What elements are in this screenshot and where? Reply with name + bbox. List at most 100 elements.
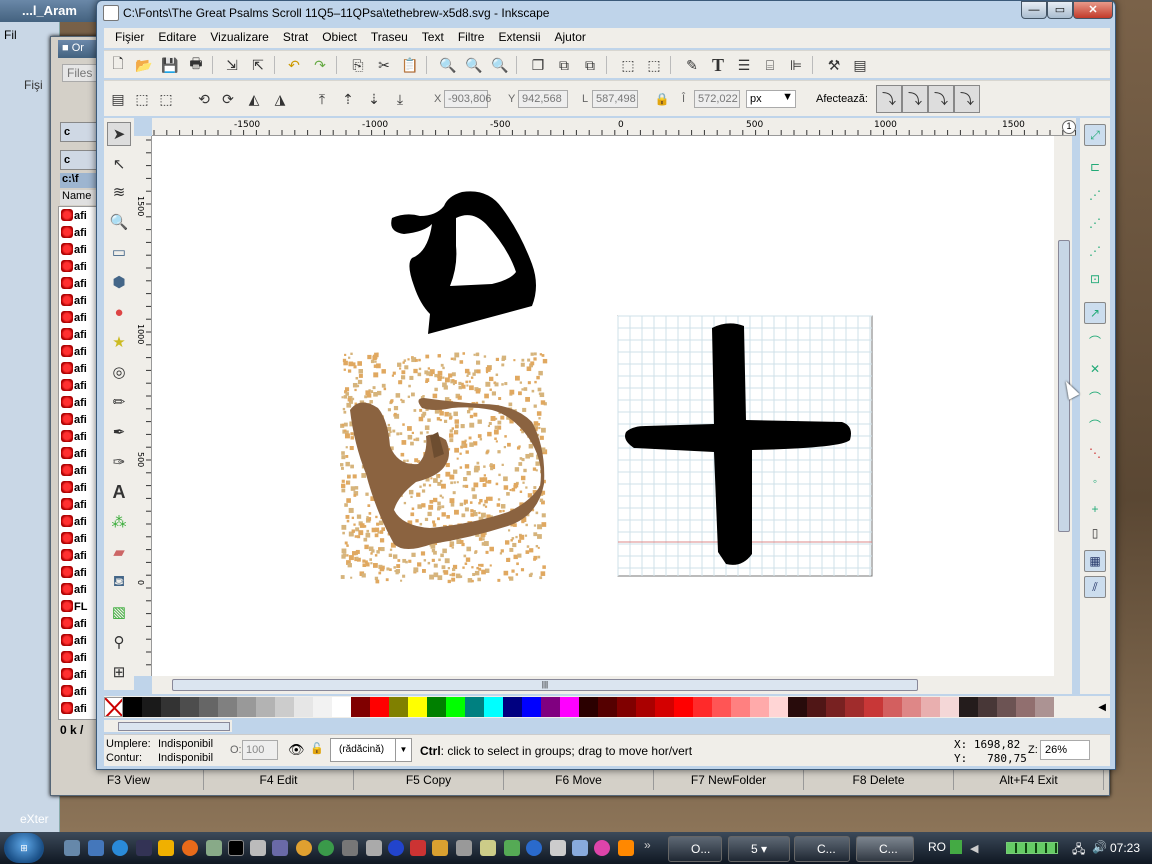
file-row[interactable]: afi — [61, 430, 101, 447]
ungroup-icon[interactable]: ⬚ — [644, 55, 664, 75]
color-swatch[interactable] — [617, 697, 636, 717]
color-swatch[interactable] — [693, 697, 712, 717]
tc-path[interactable]: c:\f — [60, 173, 98, 188]
snap-grid-icon[interactable]: ▦ — [1084, 550, 1106, 572]
color-swatch[interactable] — [161, 697, 180, 717]
file-row[interactable]: afi — [61, 481, 101, 498]
fill-value[interactable]: Indisponibil — [158, 738, 213, 750]
select-all-layers-icon[interactable]: ⬚ — [132, 89, 152, 109]
x-field[interactable]: -903,806 — [444, 90, 491, 108]
color-swatch[interactable] — [921, 697, 940, 717]
lower-icon[interactable]: ⇣ — [364, 89, 384, 109]
menu-extensions[interactable]: Extensii — [491, 28, 547, 48]
width-field[interactable]: 587,498 — [592, 90, 638, 108]
color-swatch[interactable] — [351, 697, 370, 717]
cmd-icon[interactable] — [228, 840, 244, 856]
color-swatch[interactable] — [959, 697, 978, 717]
tc-name-header[interactable]: Name — [60, 190, 98, 205]
preferences-icon[interactable]: ⚒ — [824, 55, 844, 75]
color-swatch[interactable] — [750, 697, 769, 717]
file-row[interactable]: afi — [61, 379, 101, 396]
file-row[interactable]: afi — [61, 209, 101, 226]
color-swatch[interactable] — [332, 697, 351, 717]
snap-smooth-icon[interactable]: ⌒ — [1084, 414, 1106, 436]
unlink-clone-icon[interactable]: ⧉ — [580, 55, 600, 75]
text-font-icon[interactable]: T — [708, 55, 728, 75]
menu-filters[interactable]: Filtre — [451, 28, 492, 48]
zoom-page-icon[interactable]: 🔍 — [490, 55, 510, 75]
eraser-tool-icon[interactable]: ▰ — [107, 540, 131, 564]
color-swatch[interactable] — [294, 697, 313, 717]
start-button[interactable]: ⊞ — [4, 833, 44, 863]
palette-scrollbar[interactable] — [104, 720, 232, 732]
f6-move-button[interactable]: F6 Move — [504, 770, 654, 790]
background-window-title[interactable]: ...l_Aram — [0, 0, 100, 22]
file-row[interactable]: afi — [61, 396, 101, 413]
color-swatch[interactable] — [465, 697, 484, 717]
eye-icon[interactable]: 👁 — [288, 742, 305, 758]
color-swatch[interactable] — [237, 697, 256, 717]
color-swatch[interactable] — [598, 697, 617, 717]
file-row[interactable]: afi — [61, 260, 101, 277]
drawing-canvas[interactable] — [152, 136, 1054, 676]
menu-layer[interactable]: Strat — [276, 28, 315, 48]
layers-icon[interactable]: ☰ — [734, 55, 754, 75]
f8-delete-button[interactable]: F8 Delete — [804, 770, 954, 790]
transform-gradients-icon[interactable]: ⤵ — [928, 85, 954, 113]
snap-bbox-icon[interactable]: ⊏ — [1084, 156, 1106, 178]
f7-newfolder-button[interactable]: F7 NewFolder — [654, 770, 804, 790]
app-icon[interactable] — [456, 840, 472, 856]
copy-icon[interactable]: ⎘ — [348, 55, 368, 75]
color-swatch[interactable] — [408, 697, 427, 717]
file-row[interactable]: afi — [61, 634, 101, 651]
tc-drive-button-2[interactable]: c — [60, 150, 98, 170]
app-icon[interactable] — [296, 840, 312, 856]
color-swatch[interactable] — [864, 697, 883, 717]
file-row[interactable]: afi — [61, 345, 101, 362]
file-row[interactable]: afi — [61, 277, 101, 294]
color-swatch[interactable] — [655, 697, 674, 717]
horizontal-ruler[interactable]: -1500 -1000 -500 0 500 1000 1500 — [152, 118, 1076, 136]
y-field[interactable]: 942,568 — [518, 90, 568, 108]
snap-bbox-edge-icon[interactable]: ⋰ — [1084, 184, 1106, 206]
deselect-icon[interactable]: ⬚ — [156, 89, 176, 109]
internet-explorer-icon[interactable] — [112, 840, 128, 856]
group-icon[interactable]: ⬚ — [618, 55, 638, 75]
color-swatch[interactable] — [674, 697, 693, 717]
dropper-tool-icon[interactable]: ⚲ — [107, 630, 131, 654]
snap-intersections-icon[interactable]: ✕ — [1084, 358, 1106, 380]
snap-rotation-center-icon[interactable]: + — [1084, 498, 1106, 520]
rotate-cw-icon[interactable]: ⟳ — [218, 89, 238, 109]
paste-icon[interactable]: 📋 — [400, 55, 420, 75]
color-swatch[interactable] — [883, 697, 902, 717]
raise-to-top-icon[interactable]: ⤒ — [312, 89, 332, 109]
tray-icon[interactable] — [950, 840, 962, 854]
f4-edit-button[interactable]: F4 Edit — [204, 770, 354, 790]
file-row[interactable]: afi — [61, 617, 101, 634]
new-document-icon[interactable]: 🗋 — [108, 55, 128, 75]
color-swatch[interactable] — [560, 697, 579, 717]
export-icon[interactable]: ⇱ — [248, 55, 268, 75]
vlc-icon[interactable] — [618, 840, 634, 856]
no-paint-swatch[interactable] — [104, 697, 123, 717]
color-swatch[interactable] — [978, 697, 997, 717]
connector-tool-icon[interactable]: ⊞ — [107, 660, 131, 684]
snap-object-center-icon[interactable]: ◦ — [1084, 470, 1106, 492]
color-swatch[interactable] — [522, 697, 541, 717]
color-swatch[interactable] — [731, 697, 750, 717]
document-properties-icon[interactable]: ▤ — [850, 55, 870, 75]
file-row[interactable]: afi — [61, 413, 101, 430]
layer-lock-icon[interactable]: 🔓 — [310, 742, 324, 755]
color-swatch[interactable] — [636, 697, 655, 717]
close-button[interactable]: ✕ — [1073, 1, 1113, 19]
color-swatch[interactable] — [826, 697, 845, 717]
file-row[interactable]: afi — [61, 668, 101, 685]
color-swatch[interactable] — [769, 697, 788, 717]
file-row[interactable]: afi — [61, 583, 101, 600]
duplicate-icon[interactable]: ❐ — [528, 55, 548, 75]
menu-help[interactable]: Ajutor — [548, 28, 593, 48]
unit-select[interactable]: px ▼ — [746, 90, 796, 108]
color-swatch[interactable] — [275, 697, 294, 717]
rotate-ccw-icon[interactable]: ⟲ — [194, 89, 214, 109]
save-icon[interactable]: 💾 — [160, 55, 180, 75]
